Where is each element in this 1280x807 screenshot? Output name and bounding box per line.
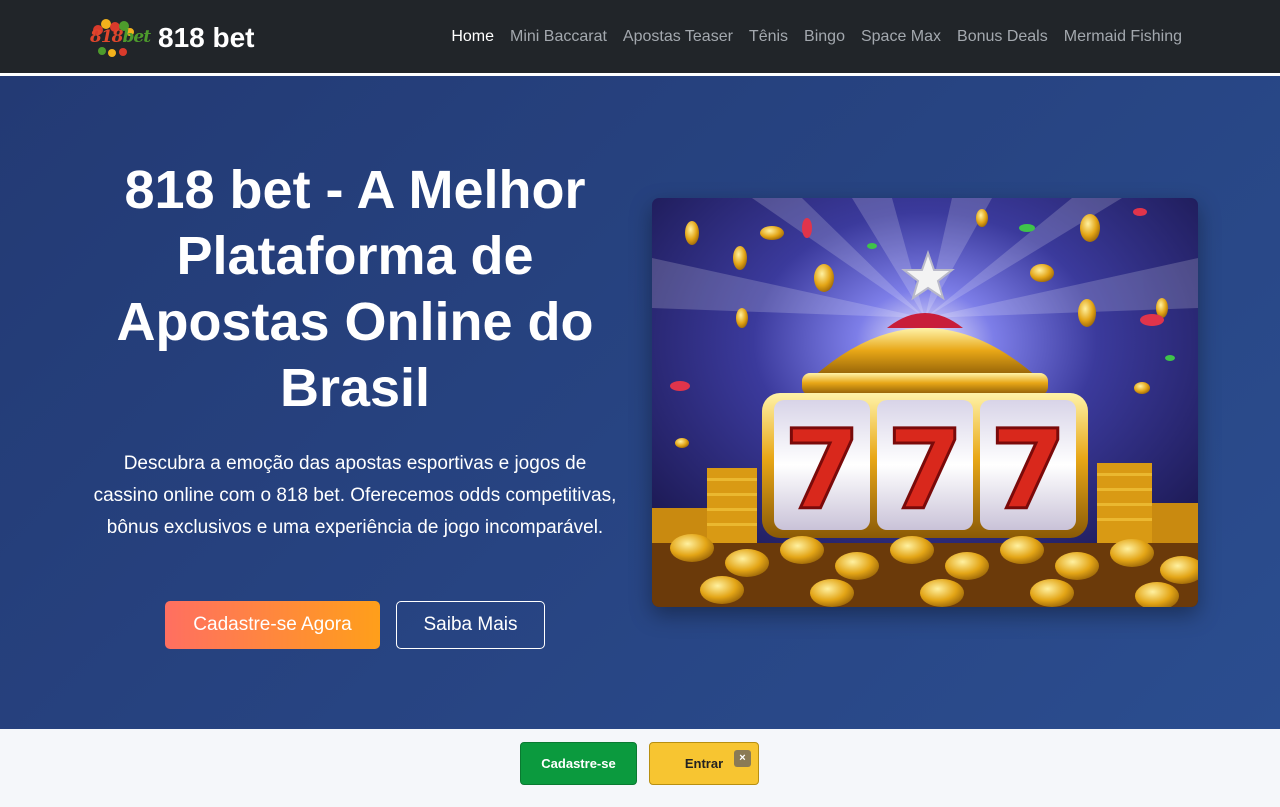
- nav-item-mini-baccarat[interactable]: Mini Baccarat: [502, 28, 615, 46]
- login-label: Entrar: [684, 756, 724, 771]
- nav-item-home[interactable]: Home: [443, 28, 502, 46]
- brand-logo[interactable]: 818bet: [90, 18, 151, 58]
- logo-text: 818bet: [90, 27, 151, 47]
- floating-action-bar: Cadastre-se Entrar ×: [520, 742, 759, 785]
- nav-item-bingo[interactable]: Bingo: [796, 28, 853, 46]
- login-button[interactable]: Entrar ×: [649, 742, 759, 785]
- brand[interactable]: 818bet 818 bet: [90, 18, 255, 58]
- hero-section: 818 bet - A Melhor Plataforma de Apostas…: [0, 76, 1280, 729]
- hero-description: Descubra a emoção das apostas esportivas…: [93, 453, 617, 538]
- signup-button[interactable]: Cadastre-se: [520, 742, 637, 785]
- brand-name[interactable]: 818 bet: [158, 22, 255, 54]
- hero-title: 818 bet - A Melhor Plataforma de Apostas…: [116, 160, 594, 418]
- nav-item-bonus-deals[interactable]: Bonus Deals: [949, 28, 1056, 46]
- top-navbar: 818bet 818 bet Home Mini Baccarat Aposta…: [0, 0, 1280, 73]
- close-icon[interactable]: ×: [734, 750, 751, 767]
- learn-more-button[interactable]: Saiba Mais: [396, 601, 545, 649]
- nav-item-space-max[interactable]: Space Max: [853, 28, 949, 46]
- svg-text:7: 7: [784, 406, 861, 534]
- main-nav: Home Mini Baccarat Apostas Teaser Tênis …: [443, 0, 1190, 73]
- nav-item-tenis[interactable]: Tênis: [741, 28, 796, 46]
- slot-machine-777-image: 7 7 7: [652, 198, 1198, 607]
- svg-text:7: 7: [887, 406, 964, 534]
- nav-item-mermaid-fishing[interactable]: Mermaid Fishing: [1056, 28, 1190, 46]
- register-now-button[interactable]: Cadastre-se Agora: [165, 601, 380, 649]
- svg-text:7: 7: [990, 406, 1067, 534]
- section-heading: [0, 787, 1280, 807]
- nav-item-apostas-teaser[interactable]: Apostas Teaser: [615, 28, 741, 46]
